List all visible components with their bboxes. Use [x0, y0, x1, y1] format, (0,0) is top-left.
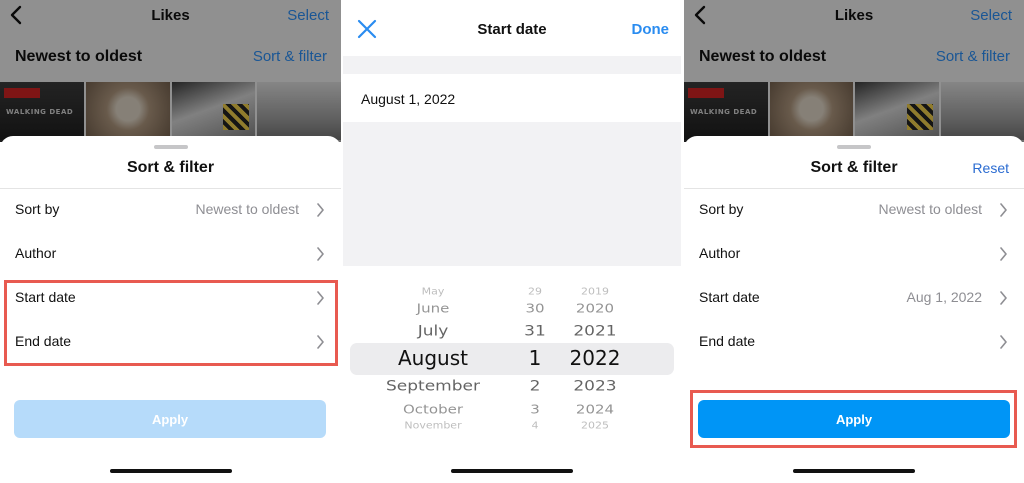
- home-indicator: [793, 469, 915, 473]
- end-date-row[interactable]: End date: [684, 320, 1024, 364]
- sheet-grabber[interactable]: [153, 145, 188, 149]
- chevron-right-icon: [1000, 335, 1007, 349]
- chevron-right-icon: [1000, 203, 1007, 217]
- chevron-right-icon: [1000, 247, 1007, 261]
- day-option[interactable]: 31: [515, 323, 555, 340]
- dim-overlay: [684, 0, 1024, 140]
- selected-date-value: August 1, 2022: [361, 91, 456, 107]
- day-option[interactable]: 29: [515, 286, 555, 297]
- chevron-right-icon: [317, 203, 324, 217]
- day-option[interactable]: 30: [515, 300, 555, 315]
- modal-title: Start date: [477, 21, 547, 38]
- day-option[interactable]: 4: [515, 420, 555, 431]
- day-wheel[interactable]: 29 30 31 1 2 3 4: [515, 266, 555, 446]
- year-wheel[interactable]: 2019 2020 2021 2022 2023 2024 2025: [555, 266, 635, 446]
- dim-overlay: [0, 0, 341, 140]
- spacer: [343, 56, 681, 74]
- row-label: Author: [15, 245, 57, 261]
- apply-button[interactable]: Apply: [14, 400, 326, 438]
- likes-screen-background: Likes Select Newest to oldest Sort & fil…: [0, 0, 341, 142]
- year-option[interactable]: 2019: [555, 286, 635, 297]
- selected-date-field[interactable]: August 1, 2022: [343, 74, 681, 122]
- sort-by-row[interactable]: Sort by Newest to oldest: [0, 188, 341, 232]
- sheet-title: Sort & filter: [126, 159, 215, 176]
- year-option[interactable]: 2022: [555, 346, 635, 370]
- row-label: Start date: [699, 289, 760, 305]
- home-indicator: [451, 469, 573, 473]
- chevron-right-icon: [317, 247, 324, 261]
- day-option[interactable]: 1: [515, 346, 555, 370]
- month-option[interactable]: August: [353, 346, 513, 370]
- year-option[interactable]: 2024: [555, 401, 635, 416]
- panel-sort-filter-initial: Likes Select Newest to oldest Sort & fil…: [0, 0, 341, 483]
- month-option[interactable]: September: [353, 378, 513, 395]
- reset-button[interactable]: Reset: [972, 160, 1009, 176]
- row-label: Author: [699, 245, 741, 261]
- sheet-grabber[interactable]: [837, 145, 871, 149]
- chevron-right-icon: [1000, 291, 1007, 305]
- author-row[interactable]: Author: [0, 232, 341, 276]
- month-option[interactable]: November: [353, 420, 513, 431]
- sort-by-row[interactable]: Sort by Newest to oldest: [684, 188, 1024, 232]
- done-button[interactable]: Done: [632, 21, 670, 38]
- month-option[interactable]: May: [353, 286, 513, 297]
- date-picker-wheel[interactable]: May June July August September October Novembe…: [343, 266, 681, 446]
- month-option[interactable]: July: [353, 323, 513, 340]
- modal-header: Start date Done: [343, 0, 681, 56]
- year-option[interactable]: 2023: [555, 378, 635, 395]
- author-row[interactable]: Author: [684, 232, 1024, 276]
- row-value: Newest to oldest: [195, 201, 300, 217]
- row-label: Sort by: [699, 201, 744, 217]
- day-option[interactable]: 2: [515, 378, 555, 395]
- year-option[interactable]: 2020: [555, 300, 635, 315]
- row-value: Aug 1, 2022: [906, 289, 982, 305]
- panel-sort-filter-applied: Likes Select Newest to oldest Sort & fil…: [684, 0, 1024, 483]
- home-indicator: [109, 469, 232, 473]
- spacer: [343, 122, 681, 266]
- panel-start-date-picker: Start date Done August 1, 2022 May June Ju…: [343, 0, 681, 483]
- month-wheel[interactable]: May June July August September October Novembe…: [353, 266, 513, 446]
- start-date-row[interactable]: Start date Aug 1, 2022: [684, 276, 1024, 320]
- month-option[interactable]: October: [353, 401, 513, 416]
- month-option[interactable]: June: [353, 300, 513, 315]
- highlight-box: [4, 280, 338, 366]
- highlight-box: [690, 390, 1017, 448]
- likes-screen-background: Likes Select Newest to oldest Sort & fil…: [684, 0, 1024, 142]
- year-option[interactable]: 2021: [555, 323, 635, 340]
- row-value: Newest to oldest: [878, 201, 983, 217]
- row-label: Sort by: [15, 201, 60, 217]
- day-option[interactable]: 3: [515, 401, 555, 416]
- row-label: End date: [699, 333, 756, 349]
- year-option[interactable]: 2025: [555, 420, 635, 431]
